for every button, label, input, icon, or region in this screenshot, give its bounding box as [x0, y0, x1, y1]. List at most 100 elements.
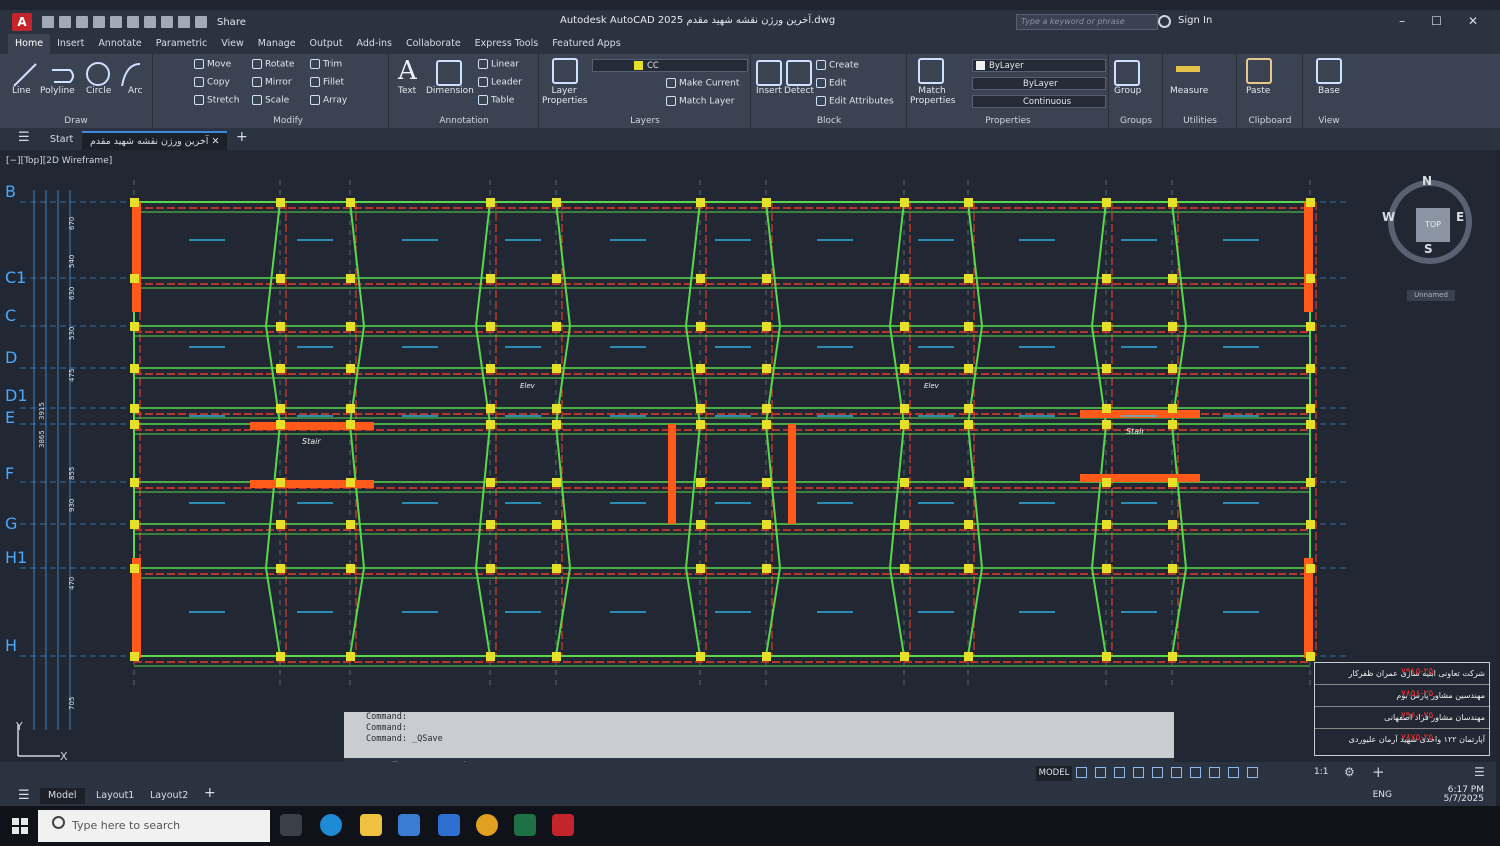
dimension-icon[interactable]	[436, 60, 462, 86]
isodraft-icon[interactable]	[1152, 767, 1163, 778]
match-layer-button[interactable]: Match Layer	[666, 96, 734, 107]
customize-menu-icon[interactable]: ☰	[1474, 765, 1485, 779]
add-icon[interactable]: +	[1372, 763, 1385, 781]
chrome-icon[interactable]	[476, 814, 498, 836]
create-block-button[interactable]: Create	[816, 60, 859, 71]
help-search-input[interactable]: Type a keyword or phrase	[1016, 14, 1158, 30]
tab-layout2[interactable]: Layout2	[142, 788, 196, 804]
modify-panel-title[interactable]: Modify	[188, 116, 388, 126]
close-tab-icon[interactable]: ✕	[211, 136, 219, 147]
base-icon[interactable]	[1316, 58, 1342, 84]
maximize-icon[interactable]: ☐	[1431, 14, 1442, 28]
linear-button[interactable]: Linear	[478, 59, 519, 70]
annotation-visibility-icon[interactable]	[1228, 767, 1239, 778]
menu-icon[interactable]: ☰	[10, 129, 38, 147]
tab-home[interactable]: Home	[8, 34, 51, 54]
lineweight-dropdown[interactable]: ByLayer	[972, 77, 1106, 90]
new-icon[interactable]	[42, 16, 54, 28]
line-button[interactable]: Line	[12, 86, 31, 96]
minimize-icon[interactable]: –	[1399, 14, 1405, 28]
group-button[interactable]: Group	[1114, 86, 1141, 96]
ortho-toggle-icon[interactable]	[1114, 767, 1125, 778]
table-button[interactable]: Table	[478, 95, 514, 106]
selection-cycling-icon[interactable]	[1209, 767, 1220, 778]
new-tab-icon[interactable]: +	[228, 128, 256, 146]
annotation-panel-title[interactable]: Annotation	[390, 116, 538, 126]
undo-icon[interactable]	[144, 16, 156, 28]
store-icon[interactable]	[398, 814, 420, 836]
draw-panel-title[interactable]: Draw	[0, 116, 152, 126]
excel-icon[interactable]	[514, 814, 536, 836]
stretch-button[interactable]: Stretch	[194, 95, 239, 106]
grid-toggle-icon[interactable]	[1076, 767, 1087, 778]
layer-dropdown[interactable]: CC	[592, 59, 748, 72]
layer-properties-button[interactable]: Layer Properties	[542, 86, 587, 106]
save-as-icon[interactable]	[93, 16, 105, 28]
viewcube[interactable]: N S E W TOP	[1382, 174, 1472, 264]
open-icon[interactable]	[59, 16, 71, 28]
color-dropdown[interactable]: ByLayer	[972, 59, 1106, 72]
windows-start-icon[interactable]	[12, 818, 28, 834]
snap-toggle-icon[interactable]	[1095, 767, 1106, 778]
redo-icon[interactable]	[161, 16, 173, 28]
text-button[interactable]: Text	[398, 86, 416, 96]
model-space-toggle[interactable]: MODEL	[1036, 766, 1072, 781]
tab-insert[interactable]: Insert	[50, 34, 91, 54]
layer-properties-icon[interactable]	[552, 58, 578, 84]
tab-express-tools[interactable]: Express Tools	[468, 34, 546, 54]
paste-icon[interactable]	[1246, 58, 1272, 84]
annotation-scale-icon[interactable]	[1247, 767, 1258, 778]
share-button[interactable]: Share	[217, 17, 246, 28]
scale-button[interactable]: Scale	[252, 95, 289, 106]
drawing-tab[interactable]: آخرین ورژن نقشه شهید مقدم ✕	[82, 131, 228, 151]
file-explorer-icon[interactable]	[360, 814, 382, 836]
detect-icon[interactable]	[786, 60, 812, 86]
autocad-taskbar-icon[interactable]	[552, 814, 574, 836]
clock[interactable]: 6:17 PM 5/7/2025	[1444, 786, 1484, 804]
group-icon[interactable]	[1114, 60, 1140, 86]
osnap-toggle-icon[interactable]	[1171, 767, 1182, 778]
linetype-dropdown[interactable]: Continuous	[972, 95, 1106, 108]
view-panel-title[interactable]: View	[1304, 116, 1354, 126]
drawing-canvas[interactable]: [−][Top][2D Wireframe] B C1 C D D1 E F G…	[0, 150, 1496, 762]
task-view-icon[interactable]	[280, 814, 302, 836]
close-icon[interactable]: ✕	[1468, 14, 1478, 28]
lineweight-toggle-icon[interactable]	[1190, 767, 1201, 778]
viewcube-south[interactable]: S	[1424, 242, 1433, 256]
publish-icon[interactable]	[110, 16, 122, 28]
match-properties-button[interactable]: Match Properties	[910, 86, 955, 106]
annotation-scale-dropdown[interactable]: 1:1	[1314, 767, 1328, 777]
language-indicator[interactable]: ENG	[1373, 790, 1392, 800]
array-button[interactable]: Array	[310, 95, 347, 106]
ucs-menu[interactable]: Unnamed	[1407, 290, 1455, 301]
base-button[interactable]: Base	[1318, 86, 1340, 96]
edit-attributes-button[interactable]: Edit Attributes	[816, 96, 894, 107]
text-icon[interactable]: A	[398, 56, 417, 86]
groups-panel-title[interactable]: Groups	[1110, 116, 1162, 126]
match-icon[interactable]	[178, 16, 190, 28]
circle-button[interactable]: Circle	[86, 86, 111, 96]
layout-menu-icon[interactable]: ☰	[10, 788, 38, 804]
tab-parametric[interactable]: Parametric	[149, 34, 214, 54]
tab-view[interactable]: View	[214, 34, 251, 54]
tab-featured-apps[interactable]: Featured Apps	[545, 34, 627, 54]
tab-annotate[interactable]: Annotate	[91, 34, 148, 54]
viewcube-west[interactable]: W	[1382, 210, 1395, 224]
fillet-button[interactable]: Fillet	[310, 77, 344, 88]
start-tab[interactable]: Start	[42, 131, 81, 149]
move-button[interactable]: Move	[194, 59, 231, 70]
viewcube-top-face[interactable]: TOP	[1416, 208, 1450, 242]
edit-block-button[interactable]: Edit	[816, 78, 846, 89]
leader-button[interactable]: Leader	[478, 77, 522, 88]
arc-button[interactable]: Arc	[128, 86, 143, 96]
sign-in-button[interactable]: Sign In	[1178, 15, 1212, 26]
autocad-logo-icon[interactable]: A	[12, 13, 32, 31]
tab-model[interactable]: Model	[40, 788, 85, 804]
insert-icon[interactable]	[756, 60, 782, 86]
utilities-panel-title[interactable]: Utilities	[1164, 116, 1236, 126]
workspace-icon[interactable]	[195, 16, 207, 28]
edge-icon[interactable]	[320, 814, 342, 836]
make-current-button[interactable]: Make Current	[666, 78, 739, 89]
measure-icon[interactable]	[1176, 66, 1200, 72]
mail-icon[interactable]	[438, 814, 460, 836]
